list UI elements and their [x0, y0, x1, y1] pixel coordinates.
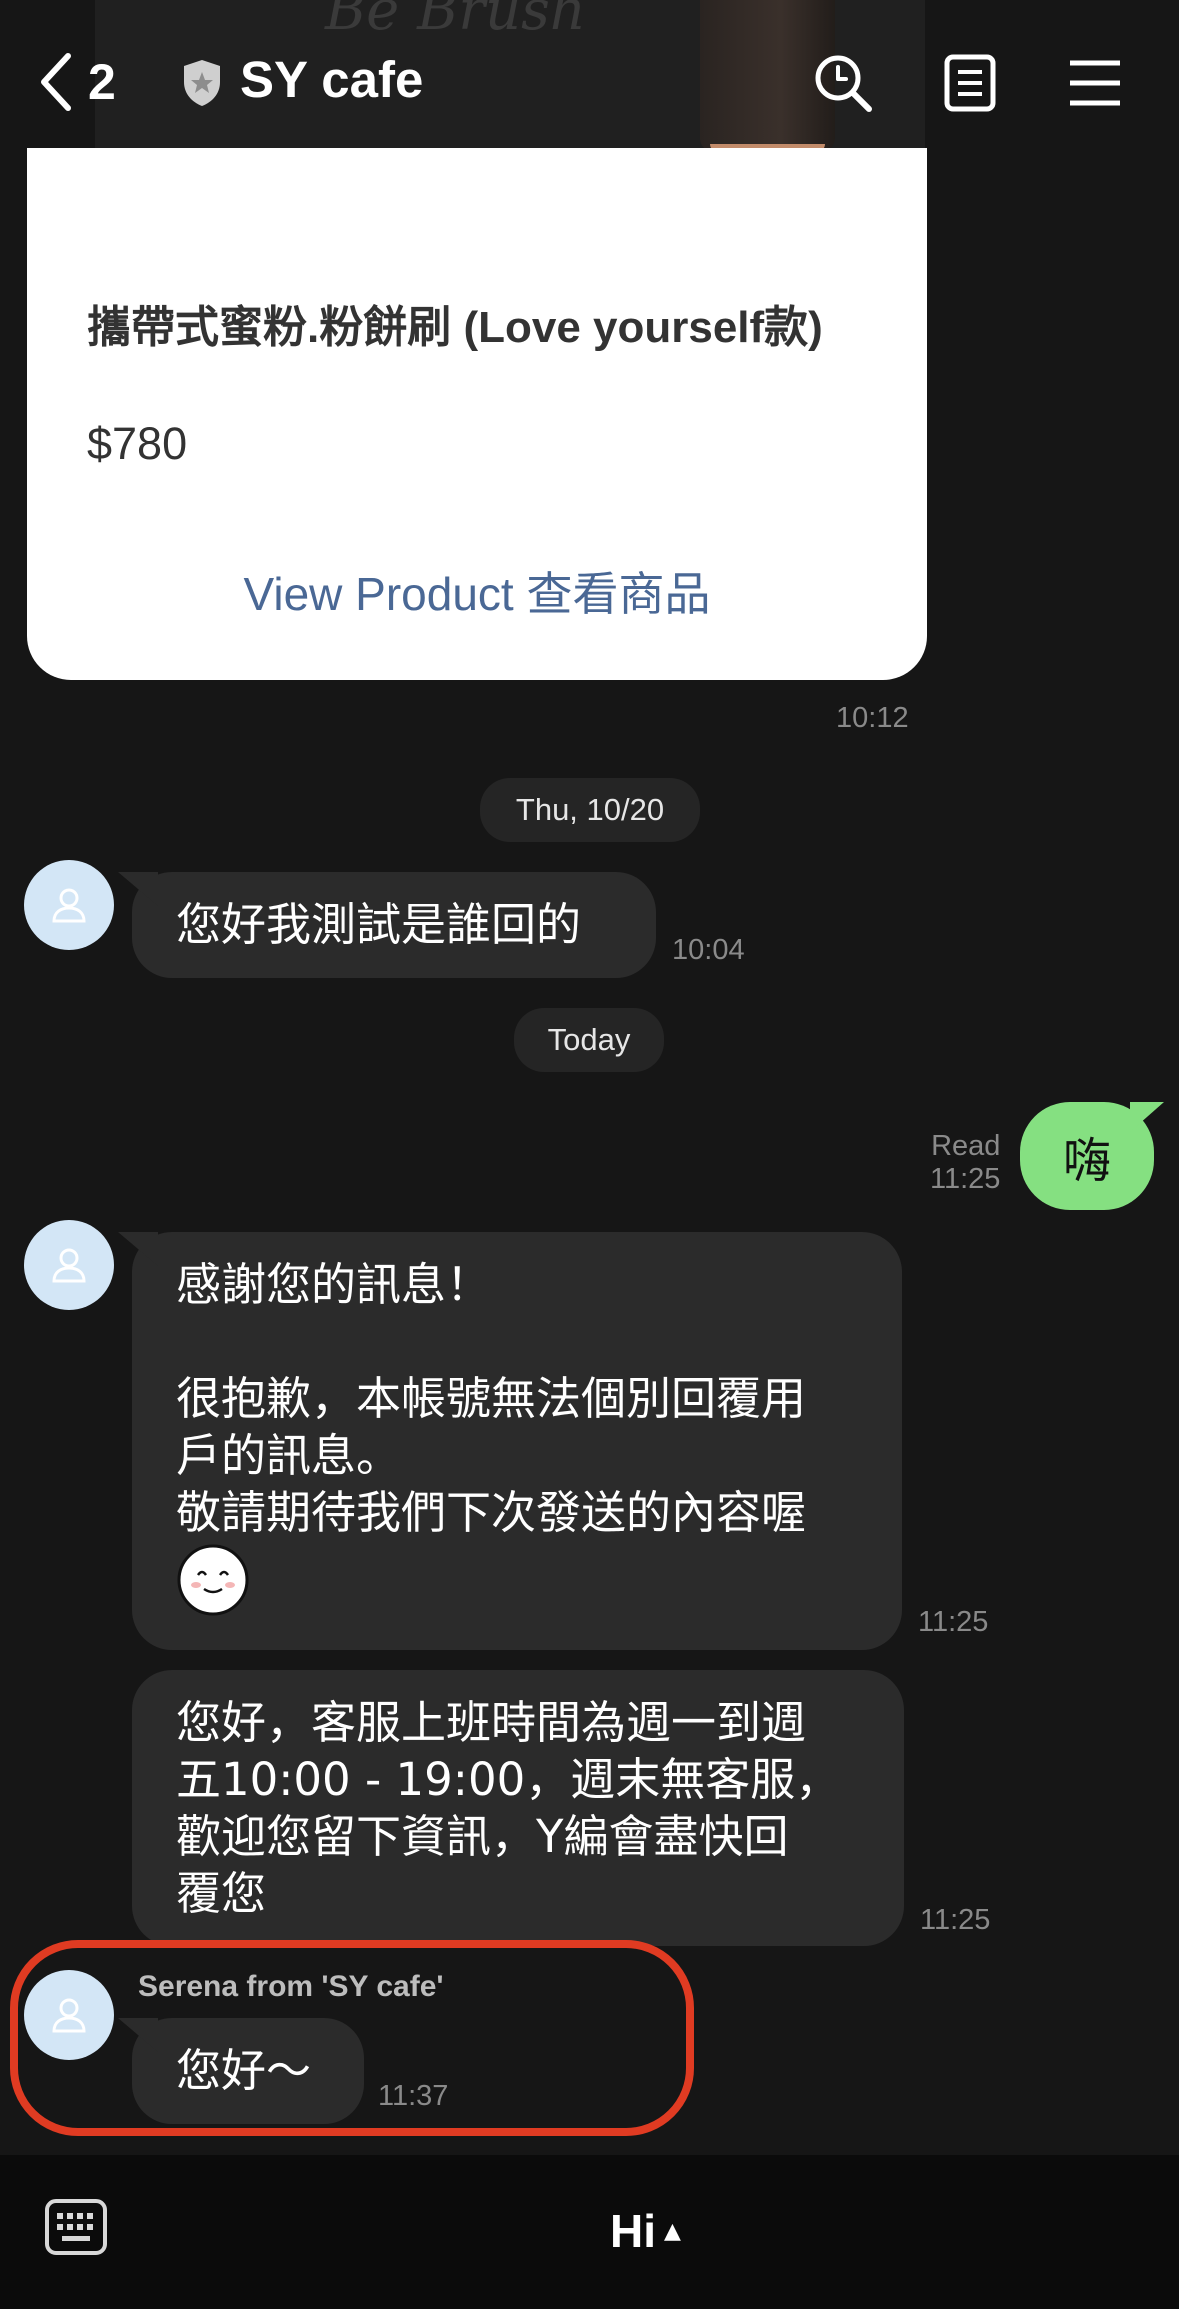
message-line: 很抱歉，本帳號無法個別回覆用 — [176, 1372, 807, 1425]
message-line: 您好，客服上班時間為週一到週 — [176, 1696, 807, 1749]
bubble-tail — [118, 1232, 158, 1266]
bubble-tail — [118, 2018, 158, 2052]
message-line: 五10:00 - 19:00，週末無客服， — [176, 1753, 841, 1806]
caret-up-icon: ▲ — [664, 2218, 681, 2244]
shield-badge-icon — [184, 60, 220, 106]
user-icon — [52, 888, 86, 923]
product-price: $780 — [87, 418, 188, 469]
user-icon — [52, 1248, 86, 1283]
top-bar: 2 SY cafe — [0, 0, 1179, 148]
message-text: 您好我測試是誰回的 — [176, 898, 582, 951]
notes-icon — [944, 54, 996, 112]
my-message-bubble[interactable]: 嗨 — [1020, 1102, 1164, 1210]
back-button[interactable]: 2 — [40, 42, 140, 122]
date-separator: Thu, 10/20 — [480, 778, 700, 842]
message-time: 11:25 — [918, 1606, 989, 1638]
sender-name: Serena from 'SY cafe' — [138, 1970, 444, 2003]
rich-menu-toggle[interactable]: Hi ▲ — [610, 2200, 681, 2262]
unread-count: 2 — [88, 54, 116, 110]
message-line-blank — [176, 1313, 858, 1370]
message-line: 歡迎您留下資訊，Y編會盡快回 — [176, 1810, 789, 1863]
smile-face-icon — [177, 1544, 249, 1616]
message-text: 您好～ — [176, 2044, 312, 2097]
message-bubble[interactable]: 感謝您的訊息！ 很抱歉，本帳號無法個別回覆用 戶的訊息。 敬請期待我們下次發送的… — [118, 1232, 902, 1650]
read-status: Read — [931, 1130, 1001, 1162]
search-button[interactable] — [808, 48, 878, 118]
view-product-button[interactable]: View Product 查看商品 — [27, 558, 927, 624]
read-receipt: Read 11:25 — [930, 1130, 1000, 1196]
rich-menu-label: Hi — [610, 2205, 656, 2257]
avatar[interactable] — [24, 860, 114, 950]
keyboard-icon — [45, 2199, 107, 2255]
message-time: 10:04 — [672, 934, 745, 966]
product-card[interactable]: 攜帶式蜜粉.粉餅刷 (Love yourself款) $780 View Pro… — [27, 148, 927, 680]
bottom-bar — [0, 2155, 1179, 2309]
avatar[interactable] — [24, 1220, 114, 1310]
message-time: 11:25 — [930, 1163, 1001, 1195]
chat-title[interactable]: SY cafe — [240, 50, 423, 109]
message-line: 戶的訊息。 — [176, 1429, 402, 1482]
message-text: 嗨 — [1062, 1133, 1111, 1189]
message-line: 敬請期待我們下次發送的內容喔 — [176, 1486, 807, 1539]
message-bubble[interactable]: 您好，客服上班時間為週一到週 五10:00 - 19:00，週末無客服， 歡迎您… — [132, 1670, 904, 1946]
message-bubble[interactable]: 您好我測試是誰回的 — [118, 872, 656, 978]
product-name: 攜帶式蜜粉.粉餅刷 (Love yourself款) — [87, 303, 823, 352]
bubble-tail — [1130, 1102, 1164, 1132]
date-separator: Today — [514, 1008, 664, 1072]
message-time: 10:12 — [836, 702, 909, 734]
user-icon — [52, 1998, 86, 2033]
message-line: 感謝您的訊息！ — [176, 1258, 492, 1311]
bubble-tail — [118, 872, 158, 906]
menu-button[interactable] — [1060, 48, 1130, 118]
message-time: 11:25 — [920, 1904, 991, 1936]
notes-button[interactable] — [935, 48, 1005, 118]
message-bubble[interactable]: 您好～ — [118, 2018, 364, 2124]
message-time: 11:37 — [378, 2080, 449, 2112]
avatar[interactable] — [24, 1970, 114, 2060]
back-chevron-icon — [41, 53, 71, 111]
message-line: 覆您 — [176, 1867, 267, 1920]
menu-icon — [1070, 60, 1120, 106]
search-icon — [815, 55, 872, 112]
keyboard-button[interactable] — [44, 2198, 108, 2256]
